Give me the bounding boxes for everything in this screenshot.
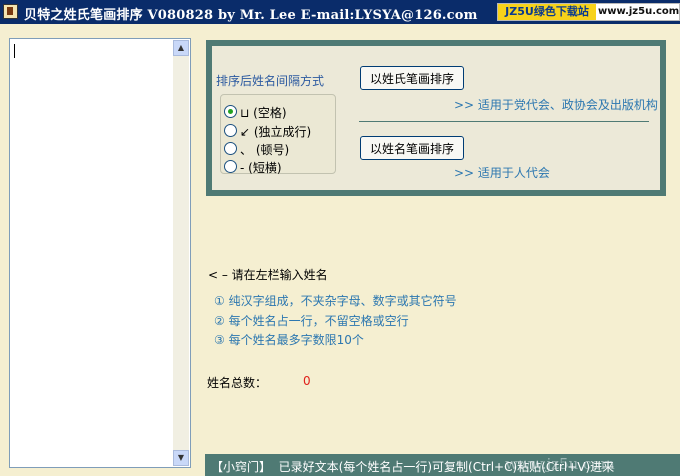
- watermark: www.jz5u.com: [505, 455, 615, 473]
- title-bar[interactable]: 贝特之姓氏笔画排序 V080828 by Mr. Lee E-mail:LYSY…: [0, 0, 680, 24]
- sort-by-fullname-hint: >> 适用于人代会: [454, 166, 550, 180]
- app-icon[interactable]: [3, 4, 18, 19]
- site-badge: JZ5U绿色下载站 www.jz5u.com: [497, 3, 680, 21]
- tip-tag: 【小窍门】: [211, 460, 272, 474]
- site-badge-url: www.jz5u.com: [598, 6, 680, 17]
- options-divider: [359, 121, 649, 122]
- tip-bar: 【小窍门】 已录好文本(每个姓名占一行)可复制(Ctrl+C)粘贴(Ctrl+V…: [205, 454, 680, 476]
- rule-item: ② 每个姓名占一行，不留空格或空行: [214, 314, 409, 328]
- text-caret: [14, 44, 15, 58]
- radio-comma-label: 、 (顿号): [240, 143, 290, 157]
- scroll-down-icon[interactable]: ▼: [173, 450, 189, 466]
- sort-by-surname-hint: >> 适用于党代会、政协会及出版机构: [454, 98, 658, 112]
- radio-newline[interactable]: ↙ (独立成行): [224, 122, 334, 140]
- radio-newline-label: ↙ (独立成行): [240, 125, 312, 139]
- radio-space[interactable]: ⊔ (空格): [224, 103, 334, 121]
- input-prompt: < – 请在左栏输入姓名: [208, 268, 328, 282]
- options-panel-inner: 排序后姓名间隔方式 ⊔ (空格) ↙ (独立成行) 、 (顿号) - (短横): [212, 46, 660, 190]
- scroll-up-icon[interactable]: ▲: [173, 40, 189, 56]
- options-panel: 排序后姓名间隔方式 ⊔ (空格) ↙ (独立成行) 、 (顿号) - (短横): [206, 40, 666, 196]
- radio-space-label: ⊔ (空格): [240, 106, 287, 120]
- rule-item: ① 纯汉字组成，不夹杂字母、数字或其它符号: [214, 294, 457, 308]
- name-input[interactable]: ▲ ▼: [9, 38, 191, 468]
- radio-space-dot[interactable]: [224, 105, 237, 118]
- name-count-label: 姓名总数：: [207, 376, 268, 390]
- radio-comma[interactable]: 、 (顿号): [224, 140, 334, 158]
- radio-dash-dot[interactable]: [224, 160, 237, 173]
- sort-by-fullname-button[interactable]: 以姓名笔画排序: [360, 136, 464, 160]
- separator-group-label: 排序后姓名间隔方式: [216, 74, 325, 88]
- sort-by-surname-button[interactable]: 以姓氏笔画排序: [360, 66, 464, 90]
- radio-dash-label: - (短横): [240, 161, 282, 175]
- name-count-value: 0: [303, 374, 311, 388]
- radio-comma-dot[interactable]: [224, 142, 237, 155]
- rule-item: ③ 每个姓名最多字数限10个: [214, 333, 364, 347]
- input-scrollbar[interactable]: ▲ ▼: [173, 40, 189, 466]
- separator-radio-group: ⊔ (空格) ↙ (独立成行) 、 (顿号) - (短横): [220, 94, 336, 176]
- client-area: ▲ ▼ 排序后姓名间隔方式 ⊔ (空格) ↙ (独立成行) 、 (顿号) - (…: [0, 24, 680, 476]
- window-title: 贝特之姓氏笔画排序 V080828 by Mr. Lee E-mail:LYSY…: [24, 8, 478, 23]
- radio-newline-dot[interactable]: [224, 124, 237, 137]
- radio-dash[interactable]: - (短横): [224, 158, 334, 176]
- site-badge-brand: JZ5U绿色下载站: [498, 4, 596, 20]
